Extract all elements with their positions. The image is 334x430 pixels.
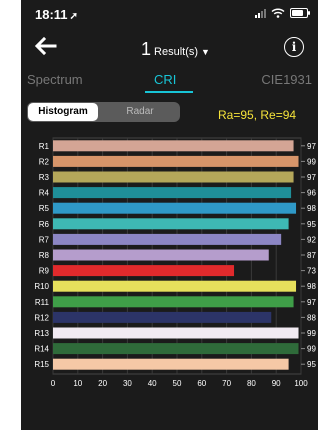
category-label: R15	[34, 360, 49, 369]
bar-r3	[53, 171, 294, 183]
x-tick-label: 80	[247, 379, 256, 388]
cri-histogram: R1 97 R2 99 R3 97 R4 96 R5 98 R6 95 R7 92 R8 87 R9 73 R10 9…	[34, 137, 316, 388]
chevron-down-icon: ▼	[201, 47, 210, 57]
result-label: Result(s)	[154, 46, 199, 58]
battery-icon	[290, 8, 310, 18]
wifi-icon	[271, 8, 285, 18]
value-label: 97	[307, 298, 316, 307]
value-label: 98	[307, 282, 316, 291]
tab-cri[interactable]: CRI	[154, 72, 176, 87]
location-arrow-icon: ➚	[69, 11, 78, 22]
result-count: 1	[141, 39, 152, 59]
bar-r8	[53, 249, 269, 261]
value-label: 98	[307, 204, 316, 213]
category-label: R12	[34, 313, 49, 322]
status-bar: 18:11 ➚	[21, 0, 318, 30]
x-tick-label: 20	[98, 379, 107, 388]
bar-r15	[53, 358, 289, 370]
bar-r1	[53, 140, 294, 152]
value-label: 99	[307, 329, 316, 338]
bar-r12	[53, 311, 272, 323]
bar-r5	[53, 202, 297, 214]
value-label: 92	[307, 235, 316, 244]
info-icon[interactable]: i	[284, 37, 304, 57]
x-tick-label: 30	[123, 379, 132, 388]
phone-screen: 18:11 ➚ 1 Result(s) ▼ i Spectrum CRI CIE1…	[21, 0, 318, 430]
bar-r13	[53, 327, 299, 339]
value-label: 87	[307, 251, 316, 260]
status-time: 18:11 ➚	[35, 7, 78, 22]
value-label: 73	[307, 267, 316, 276]
value-label: 97	[307, 142, 316, 151]
tab-cie1931[interactable]: CIE1931	[261, 72, 312, 87]
arrow-left-icon[interactable]	[33, 36, 57, 56]
category-label: R6	[39, 220, 50, 229]
category-label: R1	[39, 142, 50, 151]
x-tick-label: 100	[294, 379, 308, 388]
bar-r6	[53, 218, 289, 230]
category-label: R9	[39, 267, 50, 276]
category-label: R10	[34, 282, 49, 291]
top-nav: 1 Result(s) ▼ i	[21, 34, 318, 62]
tab-spectrum[interactable]: Spectrum	[27, 72, 83, 87]
bar-r10	[53, 280, 297, 292]
result-selector[interactable]: 1 Result(s) ▼	[141, 39, 210, 60]
category-label: R8	[39, 251, 50, 260]
x-tick-label: 70	[222, 379, 231, 388]
category-label: R4	[39, 189, 50, 198]
x-tick-label: 60	[197, 379, 206, 388]
category-label: R3	[39, 173, 50, 182]
category-label: R2	[39, 157, 50, 166]
x-tick-label: 0	[51, 379, 56, 388]
value-label: 99	[307, 157, 316, 166]
histogram-toggle[interactable]: Histogram	[28, 103, 98, 121]
value-label: 96	[307, 189, 316, 198]
x-tick-label: 10	[73, 379, 82, 388]
category-label: R7	[39, 235, 50, 244]
radar-toggle[interactable]: Radar	[101, 102, 179, 122]
bar-r2	[53, 155, 299, 167]
value-label: 88	[307, 313, 316, 322]
bar-r4	[53, 187, 292, 199]
x-tick-label: 50	[173, 379, 182, 388]
cri-summary: Ra=95, Re=94	[218, 108, 297, 122]
bar-r11	[53, 296, 294, 308]
category-label: R5	[39, 204, 50, 213]
x-tick-label: 40	[148, 379, 157, 388]
bar-r7	[53, 233, 282, 245]
view-toggle: Histogram Radar	[27, 102, 180, 122]
value-label: 97	[307, 173, 316, 182]
active-tab-indicator	[145, 91, 193, 93]
category-label: R14	[34, 345, 49, 354]
bar-r14	[53, 343, 299, 355]
value-label: 95	[307, 220, 316, 229]
category-label: R13	[34, 329, 49, 338]
x-tick-label: 90	[272, 379, 281, 388]
category-label: R11	[35, 298, 50, 307]
value-label: 95	[307, 360, 316, 369]
signal-icon	[255, 8, 266, 18]
bar-r9	[53, 265, 235, 277]
value-label: 99	[307, 345, 316, 354]
tab-bar: Spectrum CRI CIE1931	[21, 70, 318, 94]
